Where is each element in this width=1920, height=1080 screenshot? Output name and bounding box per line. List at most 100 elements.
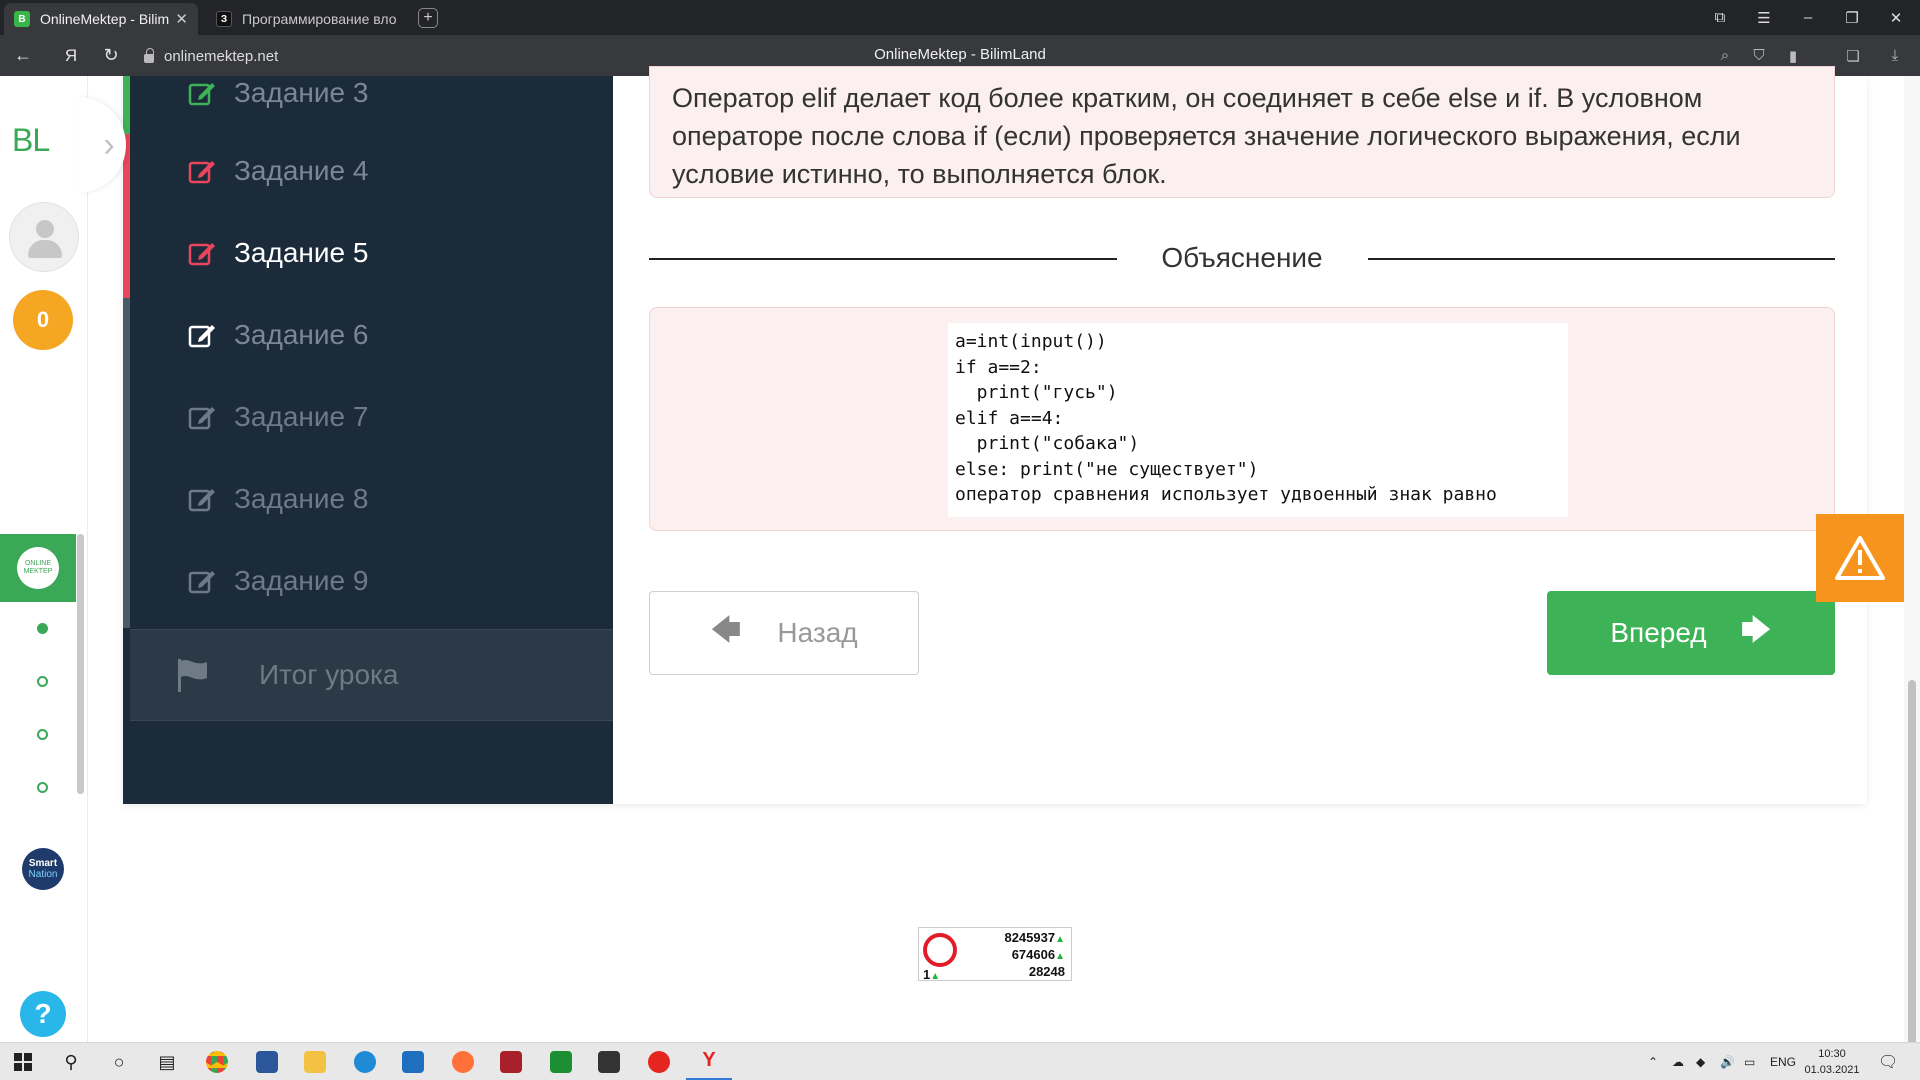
step-dot[interactable] [37,676,48,687]
screen: B OnlineMektep - BilimLand ✕ З Программи… [0,0,1920,1080]
word-icon[interactable] [244,1043,290,1080]
scrollbar-thumb[interactable] [1908,680,1916,1080]
task-list: Задание 3 Задание 4 Задание 5 Задание 6 … [123,76,613,804]
edit-icon [188,325,215,348]
clock-date: 01.03.2021 [1804,1064,1860,1076]
back-arrow-icon[interactable]: ← [6,35,40,76]
next-button[interactable]: Вперед 🡆 [1547,591,1835,675]
clock[interactable]: 10:30 01.03.2021 [1800,1046,1864,1078]
onlinemektep-logo: ONLINE MEKTEP [17,547,59,589]
edge-icon[interactable] [342,1043,388,1080]
task-label: Задание 3 [234,77,369,108]
tabs-panel-icon[interactable]: ⧉ [1698,0,1742,35]
help-button[interactable]: ? [20,991,66,1037]
close-window-icon[interactable]: ✕ [1874,0,1918,35]
next-label: Вперед [1610,617,1707,648]
new-tab-button[interactable]: + [418,8,438,28]
winrar-icon[interactable] [488,1043,534,1080]
counter-logo-icon [923,933,957,967]
smart-label: Smart [28,858,58,869]
language-indicator[interactable]: ENG [1770,1043,1796,1080]
task-item-3[interactable]: Задание 3 [130,52,613,134]
tray-chevron-icon[interactable]: ⌃ [1648,1043,1658,1080]
report-error-button[interactable] [1816,514,1904,602]
step-dot[interactable] [37,729,48,740]
user-icon [36,220,54,238]
counter-visitors: 28248 [1028,964,1065,979]
task-item-5[interactable]: Задание 5 [130,212,613,294]
task-item-7[interactable]: Задание 7 [130,376,613,458]
onlinemektep-button[interactable]: ONLINE MEKTEP [0,534,76,602]
explorer-icon[interactable] [292,1043,338,1080]
metamask-icon[interactable]: ◆ [1696,1043,1705,1080]
notifications-icon[interactable]: 🗨 [1878,1043,1898,1080]
firefox-icon[interactable] [440,1043,486,1080]
menu-icon[interactable]: ☰ [1742,0,1786,35]
points-badge: 0 [13,290,73,350]
tab-title: Программирование вложе [242,11,396,27]
tab-onlinemektep[interactable]: B OnlineMektep - BilimLand ✕ [4,3,198,35]
left-rail: BL 0 ONLINE MEKTEP Smart Nation ? [0,76,88,1080]
up-triangle-icon: ▲ [1055,951,1065,962]
up-triangle-icon: ▲ [1055,934,1065,945]
divider-right [1368,258,1835,260]
answer-text: Оператор elif делает код более кратким, … [649,66,1835,198]
chrome-icon[interactable] [194,1043,240,1080]
task-label: Задание 7 [234,401,369,432]
volume-icon[interactable]: 🔊 [1720,1043,1735,1080]
znanija-favicon: З [216,11,232,27]
collections-icon[interactable]: ❏ [1836,35,1870,76]
up-triangle-icon: ▲ [930,971,941,982]
tab-title: OnlineMektep - BilimLand [40,11,170,27]
reload-icon[interactable]: ↻ [94,35,128,76]
code-snippet: a=int(input()) if a==2: print("гусь") el… [948,323,1568,517]
avatar[interactable] [9,202,79,272]
task-item-4[interactable]: Задание 4 [130,130,613,212]
cortana-icon[interactable]: ○ [96,1043,142,1080]
edit-icon [188,161,215,184]
yandex-app-icon[interactable] [636,1043,682,1080]
task-content: Оператор elif делает код более кратким, … [613,66,1867,804]
bilimland-logo[interactable]: BL [12,122,50,159]
lesson-summary-item[interactable]: Итог урока [130,629,613,721]
task-view-icon[interactable]: ▤ [144,1043,190,1080]
utorrent-icon[interactable] [538,1043,584,1080]
edit-icon [188,407,215,430]
yandex-icon[interactable]: Я [54,35,88,76]
windows-taskbar: ⚲ ○ ▤ Y ⌃ ☁ ◆ 🔊 ▭ ENG 10:30 01.03.2021 🗨 [0,1042,1920,1080]
task-label: Задание 5 [234,237,369,268]
explanation-box: a=int(input()) if a==2: print("гусь") el… [649,307,1835,531]
counter-views: 8245937 [1004,930,1056,945]
visit-counter[interactable]: 8245937▲ 674606▲ 28248 1▲ [918,927,1072,982]
task-item-6[interactable]: Задание 6 [130,294,613,376]
onedrive-icon[interactable]: ☁ [1672,1043,1684,1080]
restore-icon[interactable]: ❐ [1830,0,1874,35]
back-label: Назад [777,617,858,648]
page-scrollbar[interactable] [1904,76,1920,1080]
windows-start-icon[interactable] [0,1043,46,1080]
store-icon[interactable] [586,1043,632,1080]
summary-label: Итог урока [259,659,399,690]
lesson-card: Задание 3 Задание 4 Задание 5 Задание 6 … [123,66,1867,804]
network-icon[interactable]: ▭ [1744,1043,1755,1080]
yandex-browser-icon[interactable]: Y [686,1043,732,1080]
mail-icon[interactable] [390,1043,436,1080]
expand-rail-button[interactable]: › [78,97,126,193]
step-dot[interactable] [37,782,48,793]
smart-nation-button[interactable]: Smart Nation [22,848,64,890]
task-item-9[interactable]: Задание 9 [130,540,613,622]
browser-tabbar: B OnlineMektep - BilimLand ✕ З Программи… [0,0,1920,35]
search-icon[interactable]: ⚲ [48,1043,94,1080]
edit-icon [188,83,215,106]
minimize-icon[interactable]: – [1786,0,1830,35]
step-dot[interactable] [37,623,48,634]
download-icon[interactable]: ⤓ [1878,35,1912,76]
back-button[interactable]: 🡄 Назад [649,591,919,675]
bilimland-favicon: B [14,11,30,27]
user-icon-body [28,240,62,258]
edit-icon [188,571,215,594]
rail-scrollbar[interactable] [77,534,84,794]
close-tab-icon[interactable]: ✕ [175,10,188,28]
tab-znanija[interactable]: З Программирование вложе [206,3,406,35]
task-item-8[interactable]: Задание 8 [130,458,613,540]
